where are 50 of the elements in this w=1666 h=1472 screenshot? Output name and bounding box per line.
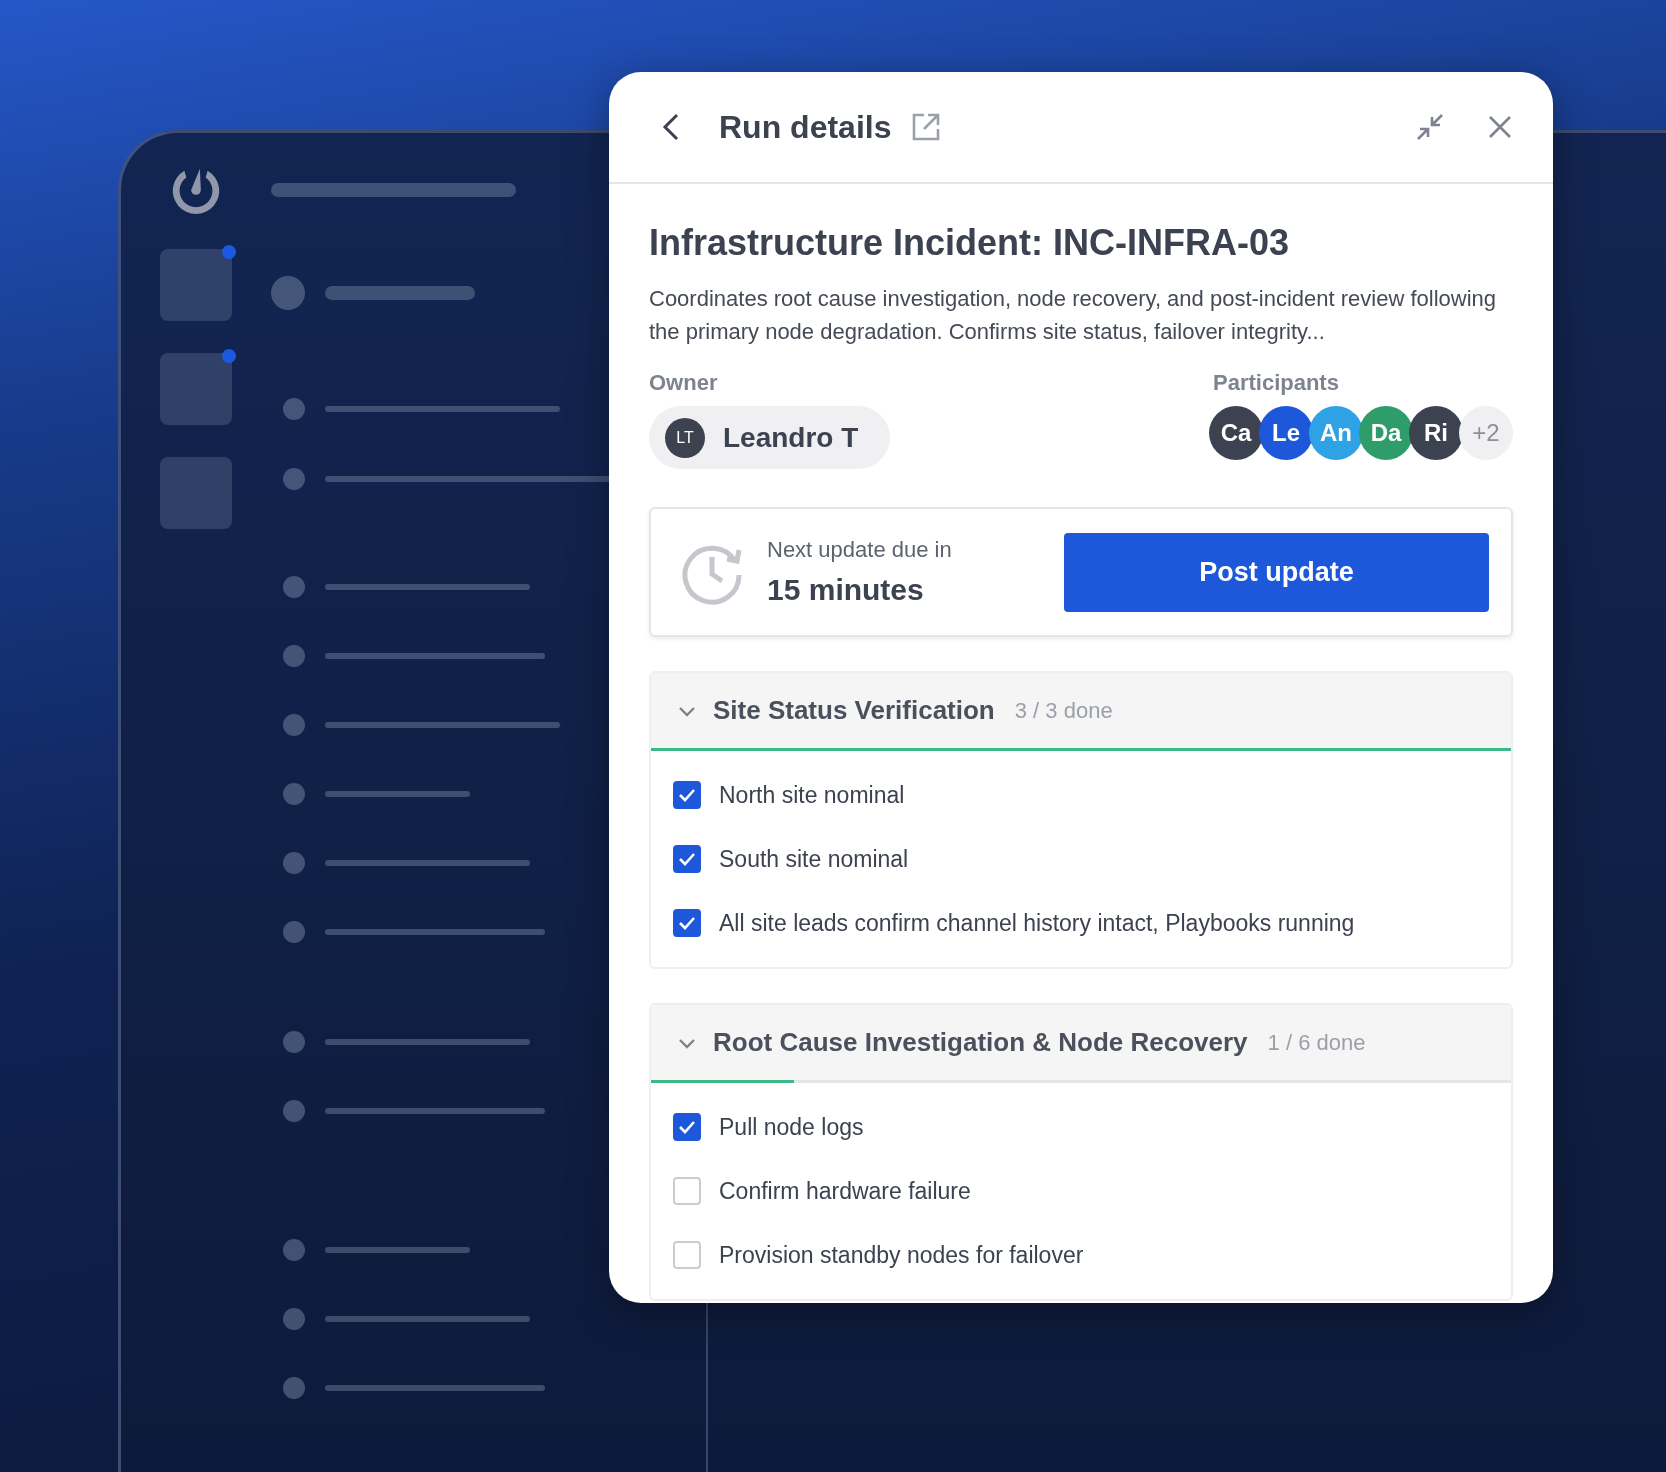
- participant-avatar[interactable]: Ca: [1209, 406, 1263, 460]
- checklist-item-label: Confirm hardware failure: [719, 1177, 971, 1205]
- checklist-progress-count: 1 / 6 done: [1267, 1029, 1366, 1056]
- checklist-item-label: South site nominal: [719, 845, 909, 873]
- owner-avatar: LT: [665, 417, 705, 458]
- owner-chip[interactable]: LT Leandro T: [649, 406, 891, 469]
- participants-label: Participants: [1213, 370, 1340, 396]
- run-title: Infrastructure Incident: INC-INFRA-03: [649, 222, 1291, 264]
- external-link-icon[interactable]: [911, 112, 942, 142]
- participant-avatar[interactable]: Ri: [1409, 406, 1463, 460]
- placeholder-dot: [283, 1308, 305, 1330]
- run-description: Coordinates root cause investigation, node recovery, and post-incident review following the primary node degradation. Confirms site status, failover integrity...: [649, 285, 1498, 346]
- post-update-button[interactable]: Post update: [1064, 532, 1489, 612]
- checklist-title: Root Cause Investigation & Node Recovery: [713, 1027, 1248, 1058]
- placeholder-dot: [283, 398, 305, 420]
- checklist-header[interactable]: Site Status Verification 3 / 3 done: [651, 673, 1511, 748]
- checklist-title: Site Status Verification: [713, 695, 995, 726]
- placeholder-dot: [283, 1031, 305, 1053]
- next-update-time: 15 minutes: [767, 573, 925, 607]
- collapse-icon[interactable]: [1415, 112, 1445, 142]
- placeholder-dot: [271, 276, 305, 310]
- checklist-item-label: North site nominal: [719, 781, 905, 809]
- placeholder-dot: [283, 714, 305, 736]
- placeholder-dot: [283, 468, 305, 490]
- owner-label: Owner: [649, 370, 719, 396]
- close-icon[interactable]: [1487, 114, 1513, 140]
- placeholder-dot: [283, 1100, 305, 1122]
- checklist-header[interactable]: Root Cause Investigation & Node Recovery 1 / 6 done: [651, 1005, 1511, 1080]
- placeholder-dot: [283, 645, 305, 667]
- placeholder-dot: [283, 921, 305, 943]
- notification-dot: [222, 245, 236, 259]
- checkbox[interactable]: [673, 781, 701, 809]
- checklist-item-label: Pull node logs: [719, 1113, 864, 1141]
- checklist-progress-count: 3 / 3 done: [1014, 697, 1113, 724]
- placeholder-dot: [283, 852, 305, 874]
- checkbox[interactable]: [673, 1113, 701, 1141]
- checklist-item-label: All site leads confirm channel history intact, Playbooks running: [719, 909, 1355, 937]
- checklist-item-label: Provision standby nodes for failover: [719, 1241, 1084, 1269]
- placeholder-dot: [283, 1377, 305, 1399]
- next-update-label: Next update due in: [767, 537, 953, 563]
- notification-dot: [222, 349, 236, 363]
- panel-title: Run details: [719, 108, 892, 146]
- participant-avatar[interactable]: Le: [1259, 406, 1313, 460]
- owner-name: Leandro T: [723, 421, 859, 454]
- placeholder-dot: [283, 576, 305, 598]
- placeholder-dot: [283, 783, 305, 805]
- checkbox[interactable]: [673, 845, 701, 873]
- team-tile[interactable]: [160, 457, 232, 529]
- placeholder-dot: [283, 1239, 305, 1261]
- checkbox[interactable]: [673, 909, 701, 937]
